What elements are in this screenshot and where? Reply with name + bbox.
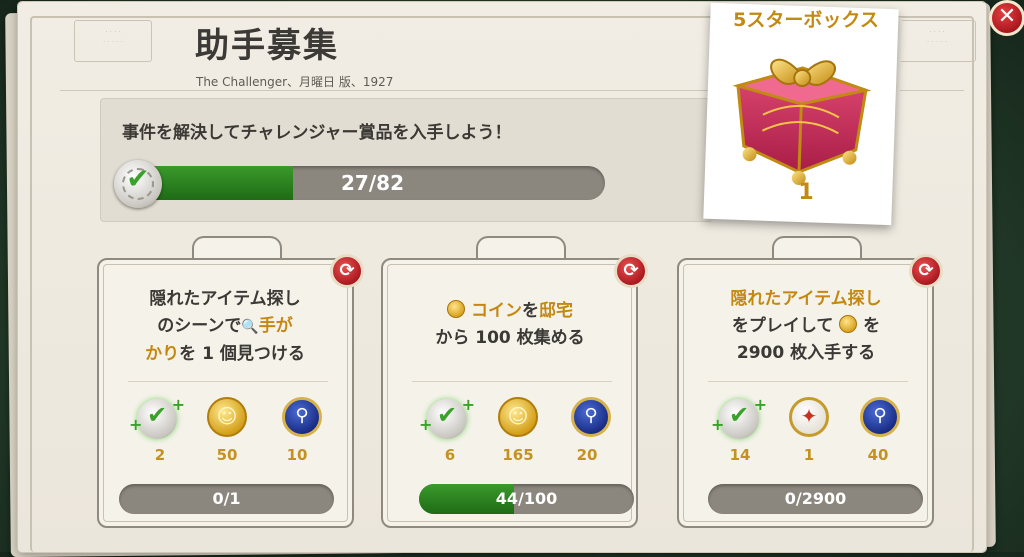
task-3-progress-label: 0/2900 — [784, 489, 847, 508]
objective-panel — [100, 98, 742, 222]
task-1-description: 隠れたアイテム探し のシーンで🔍手が かりを 1 個見つける — [145, 289, 305, 364]
task-3-reward-medals: 40 — [867, 446, 889, 464]
check-token-icon: ✔ + + — [711, 395, 767, 439]
task-2-reward-tokens: 6 — [444, 446, 456, 464]
task-1-progress-label: 0/1 — [212, 489, 241, 508]
task-3-reward-compass: 1 — [803, 446, 815, 464]
objective-text: 事件を解決してチャレンジャー賞品を入手しよう！ — [122, 123, 512, 143]
magnifier-medal-icon: ⚲ — [571, 397, 611, 437]
close-button[interactable]: ✕ — [989, 0, 1024, 36]
task-3-description: 隠れたアイテム探し をプレイして を 2900 枚入手する — [730, 289, 882, 363]
task-2-description: コインを邸宅 から 100 枚集める — [435, 300, 585, 348]
refresh-icon: ⟳ — [339, 260, 355, 281]
check-token-icon: ✔ + + — [419, 395, 475, 439]
decorative-stamp-right: · · · · · · · · · — [898, 20, 976, 62]
task-3-reward-tokens: 14 — [729, 446, 751, 464]
refresh-icon: ⟳ — [918, 260, 934, 281]
clue-icon: 🔍 — [241, 319, 259, 335]
decorative-stamp-left: · · · · · · · · · — [74, 20, 152, 62]
task-2-divider — [412, 381, 612, 382]
close-icon: ✕ — [997, 4, 1017, 29]
task-3-divider — [708, 381, 908, 382]
reward-count: 1 — [798, 180, 814, 205]
task-2-reward-coins: 165 — [502, 446, 534, 464]
coin-icon: ☺ — [207, 397, 247, 437]
page-subtitle: The Challenger、月曜日 版、1927 — [196, 75, 394, 89]
refresh-button-task-3[interactable]: ⟳ — [909, 254, 943, 288]
task-1-divider — [128, 381, 328, 382]
task-2-reward-medals: 20 — [576, 446, 598, 464]
task-1-reward-coins: 50 — [216, 446, 238, 464]
refresh-icon: ⟳ — [623, 260, 639, 281]
coin-icon: ☺ — [498, 397, 538, 437]
coin-icon — [839, 315, 858, 333]
magnifier-medal-icon: ⚲ — [860, 397, 900, 437]
refresh-button-task-2[interactable]: ⟳ — [614, 254, 648, 288]
magnifier-medal-icon: ⚲ — [282, 397, 322, 437]
reward-title: 5スターボックス — [733, 9, 879, 31]
compass-icon: ✦ — [789, 397, 829, 437]
refresh-button-task-1[interactable]: ⟳ — [330, 254, 364, 288]
check-token-icon: ✔ — [114, 160, 162, 208]
task-2-progress-label: 44/100 — [495, 489, 558, 508]
main-progress-label: 27/82 — [341, 171, 404, 195]
page-title: 助手募集 — [195, 26, 339, 66]
coin-icon — [447, 300, 466, 318]
task-1-reward-medals: 10 — [286, 446, 308, 464]
task-1-reward-tokens: 2 — [154, 446, 166, 464]
check-token-icon: ✔ + + — [129, 395, 185, 439]
